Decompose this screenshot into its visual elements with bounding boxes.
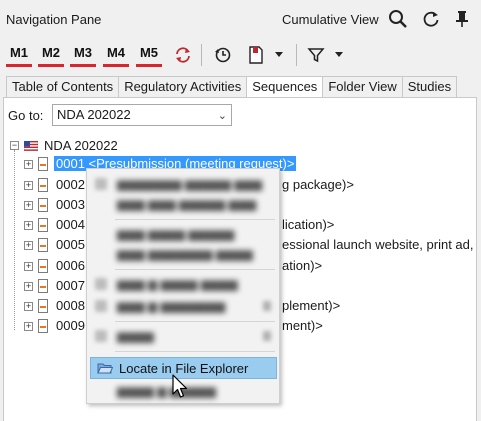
sequence-icon bbox=[38, 238, 48, 252]
goto-select[interactable]: NDA 202022 ⌄ bbox=[52, 104, 232, 126]
m1-button[interactable]: M1 bbox=[6, 43, 32, 67]
sequence-label-suffix: essional launch website, print ad, bbox=[282, 237, 474, 252]
menu-item-blurred[interactable]: ▆▆▆▆ bbox=[91, 327, 275, 345]
sequence-label[interactable]: 0004 bbox=[56, 216, 85, 234]
m3-button[interactable]: M3 bbox=[70, 43, 96, 67]
chevron-down-icon[interactable] bbox=[272, 44, 286, 66]
submenu-arrow-icon bbox=[263, 301, 271, 311]
tree-root-label[interactable]: NDA 202022 bbox=[44, 137, 118, 155]
history-icon[interactable] bbox=[212, 44, 234, 66]
menu-item-label-obscured: ▆▆▆▆▆▆▆ ▆▆▆▆▆ ▆▆▆ bbox=[117, 177, 263, 191]
sequence-label[interactable]: 0006 bbox=[56, 257, 85, 275]
us-flag-icon bbox=[23, 140, 39, 152]
expand-toggle[interactable]: + bbox=[24, 241, 33, 250]
m4-button[interactable]: M4 bbox=[103, 43, 129, 67]
tab-strip: Table of Contents Regulatory Activities … bbox=[6, 76, 458, 99]
toolbar-separator bbox=[201, 44, 202, 66]
sequence-label-suffix: ment)> bbox=[282, 318, 323, 333]
menu-separator bbox=[115, 219, 275, 220]
collapse-toggle[interactable]: − bbox=[10, 141, 19, 150]
expand-toggle[interactable]: + bbox=[24, 201, 33, 210]
menu-item-blurred[interactable]: ▆▆▆ ▆▆▆ ▆▆▆▆▆ ▆▆▆ bbox=[91, 195, 275, 213]
tab-studies[interactable]: Studies bbox=[401, 76, 458, 98]
context-menu: ▆▆▆▆▆▆▆ ▆▆▆▆▆ ▆▆▆ ▆▆▆ ▆▆▆ ▆▆▆▆▆ ▆▆▆ ▆▆▆ … bbox=[86, 168, 280, 404]
goto-value: NDA 202022 bbox=[57, 107, 131, 122]
sequence-icon bbox=[38, 178, 48, 192]
menu-item-blurred[interactable]: ▆▆▆▆▆▆▆ ▆▆▆▆▆ ▆▆▆ bbox=[91, 175, 275, 193]
sequence-icon bbox=[38, 157, 48, 171]
sequence-icon bbox=[38, 198, 48, 212]
m2-button[interactable]: M2 bbox=[38, 43, 64, 67]
tab-sequences[interactable]: Sequences bbox=[246, 76, 323, 99]
menu-separator bbox=[115, 269, 275, 270]
sequence-label[interactable]: 0003 bbox=[56, 196, 85, 214]
menu-item-label-obscured: ▆▆▆▆ bbox=[117, 329, 154, 343]
sequence-label[interactable]: 0009 bbox=[56, 317, 85, 335]
filter-icon[interactable] bbox=[305, 44, 327, 66]
expand-toggle[interactable]: + bbox=[24, 160, 33, 169]
expand-toggle[interactable]: + bbox=[24, 262, 33, 271]
menu-item-label-obscured: ▆▆▆ ▆▆▆ ▆▆▆▆▆ ▆▆▆ bbox=[117, 197, 257, 211]
sequence-label-suffix: lication)> bbox=[282, 217, 335, 232]
chevron-down-icon[interactable] bbox=[332, 44, 346, 66]
goto-label: Go to: bbox=[8, 108, 44, 123]
sequence-label[interactable]: 0005 bbox=[56, 236, 85, 254]
sequence-icon bbox=[38, 299, 48, 313]
sequence-label[interactable]: 0007 bbox=[56, 277, 85, 295]
sequence-label[interactable]: 0002 bbox=[56, 176, 85, 194]
menu-item-label-obscured: ▆▆▆ ▆ ▆▆▆▆ ▆▆▆▆ bbox=[117, 277, 238, 291]
expand-toggle[interactable]: + bbox=[24, 282, 33, 291]
menu-item-label-obscured: ▆▆▆ ▆ ▆▆▆▆▆▆▆ bbox=[117, 299, 226, 313]
sequence-icon bbox=[38, 259, 48, 273]
tab-table-of-contents[interactable]: Table of Contents bbox=[6, 76, 119, 98]
menu-item-blurred[interactable]: ▆▆▆ ▆▆▆▆ ▆▆▆▆▆ bbox=[91, 225, 275, 243]
sequence-label-suffix: g package)> bbox=[282, 177, 354, 192]
sequence-label-suffix: ation)> bbox=[282, 258, 323, 273]
sequence-icon bbox=[38, 279, 48, 293]
menu-separator bbox=[115, 351, 275, 352]
title-bar: Navigation Pane Cumulative View bbox=[0, 0, 481, 40]
expand-toggle[interactable]: + bbox=[24, 181, 33, 190]
refresh-icon[interactable] bbox=[420, 8, 442, 30]
menu-item-blurred[interactable]: ▆▆▆ ▆ ▆▆▆▆ ▆▆▆▆ bbox=[91, 275, 275, 293]
sync-icon[interactable] bbox=[172, 44, 194, 66]
tab-folder-view[interactable]: Folder View bbox=[322, 76, 402, 98]
cumulative-view-label: Cumulative View bbox=[282, 12, 379, 27]
pane-title: Navigation Pane bbox=[6, 12, 102, 27]
tree-guide-line bbox=[14, 150, 15, 330]
expand-toggle[interactable]: + bbox=[24, 302, 33, 311]
chevron-down-icon[interactable]: ⌄ bbox=[218, 106, 227, 126]
sequence-icon bbox=[38, 218, 48, 232]
mouse-pointer-icon bbox=[172, 374, 190, 403]
submenu-arrow-icon bbox=[263, 331, 271, 341]
menu-item-label-obscured: ▆▆▆ ▆▆▆▆ ▆▆▆▆▆ bbox=[117, 227, 235, 241]
m5-button[interactable]: M5 bbox=[136, 43, 162, 67]
toolbar-separator bbox=[296, 44, 297, 66]
folder-open-icon bbox=[97, 362, 114, 378]
document-bookmark-icon[interactable] bbox=[245, 44, 267, 66]
tab-regulatory-activities[interactable]: Regulatory Activities bbox=[118, 76, 247, 98]
sequence-label[interactable]: 0008 bbox=[56, 297, 85, 315]
menu-separator bbox=[115, 321, 275, 322]
expand-toggle[interactable]: + bbox=[24, 221, 33, 230]
sequence-icon bbox=[38, 319, 48, 333]
menu-item-blurred[interactable]: ▆▆▆ ▆ ▆▆▆▆▆▆▆ bbox=[91, 297, 275, 315]
expand-toggle[interactable]: + bbox=[24, 322, 33, 331]
menu-item-label-obscured: ▆▆▆ ▆▆▆▆▆▆▆ ▆▆▆▆ bbox=[117, 247, 253, 261]
menu-item-blurred[interactable]: ▆▆▆ ▆▆▆▆▆▆▆ ▆▆▆▆ bbox=[91, 245, 275, 263]
sequence-label-suffix: plement)> bbox=[282, 298, 341, 313]
pin-icon[interactable] bbox=[451, 8, 473, 30]
toolbar: M1 M2 M3 M4 M5 bbox=[0, 40, 481, 70]
search-icon[interactable] bbox=[387, 8, 409, 30]
